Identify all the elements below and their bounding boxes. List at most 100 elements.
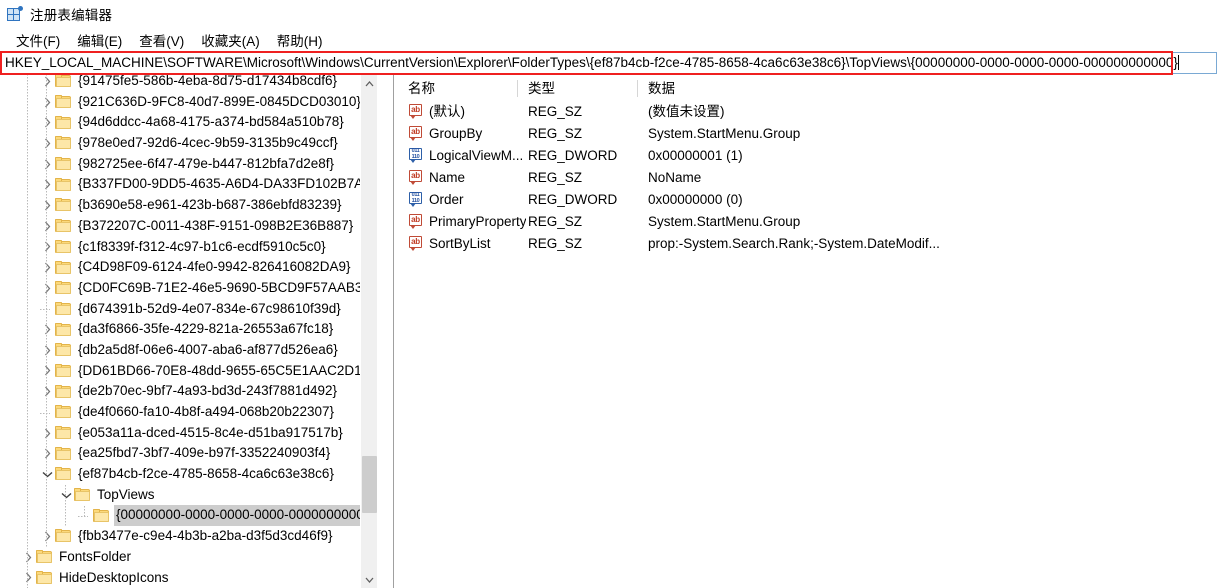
chevron-right-icon[interactable]	[39, 384, 55, 400]
value-row[interactable]: ab Name REG_SZ NoName	[398, 167, 1218, 189]
registry-key-tree[interactable]: {91475fe5-586b-4eba-8d75-d17434b8cdf6} {9…	[0, 75, 377, 588]
chevron-right-icon[interactable]	[39, 218, 55, 234]
column-name[interactable]: 名称	[398, 78, 518, 99]
tree-item[interactable]: {978e0ed7-92d6-4cec-9b59-3135b9c49ccf}	[0, 133, 377, 154]
tree-item[interactable]: {94d6ddcc-4a68-4175-a374-bd584a510b78}	[0, 112, 377, 133]
address-input[interactable]: HKEY_LOCAL_MACHINE\SOFTWARE\Microsoft\Wi…	[1, 52, 1217, 74]
chevron-right-icon[interactable]	[20, 549, 36, 565]
chevron-right-icon[interactable]	[39, 280, 55, 296]
address-path-text: HKEY_LOCAL_MACHINE\SOFTWARE\Microsoft\Wi…	[5, 55, 1178, 70]
menu-file[interactable]: 文件(F)	[8, 28, 69, 52]
chevron-right-icon[interactable]	[39, 260, 55, 276]
value-name-text: Name	[429, 170, 466, 185]
tree-item[interactable]: {de4f0660-fa10-4b8f-a494-068b20b22307}	[0, 402, 377, 423]
value-row[interactable]: ab SortByList REG_SZ prop:-System.Search.Ra…	[398, 233, 1218, 255]
tree-item[interactable]: {d674391b-52d9-4e07-834e-67c98610f39d}	[0, 299, 377, 320]
column-data[interactable]: 数据	[638, 78, 1198, 99]
value-row[interactable]: 011 110 LogicalViewM... REG_DWORD 0x00000001…	[398, 145, 1218, 167]
chevron-right-icon[interactable]	[39, 115, 55, 131]
tree-item-label: {921C636D-9FC8-40d7-899E-0845DCD03010}	[78, 93, 361, 109]
value-type-cell: REG_DWORD	[528, 148, 618, 163]
chevron-right-icon[interactable]	[39, 425, 55, 441]
value-row[interactable]: ab (默认) REG_SZ (数值未设置)	[398, 101, 1218, 123]
tree-item[interactable]: {da3f6866-35fe-4229-821a-26553a67fc18}	[0, 319, 377, 340]
chevron-placeholder	[77, 508, 93, 524]
tree-item-label: HideDesktopIcons	[59, 569, 169, 585]
chevron-right-icon[interactable]	[39, 94, 55, 110]
values-column-header: 名称 类型 数据	[398, 78, 1218, 99]
string-value-icon: ab	[408, 214, 424, 230]
folder-icon	[55, 446, 72, 461]
column-type[interactable]: 类型	[518, 78, 638, 99]
folder-icon	[36, 570, 53, 585]
tree-item[interactable]: {B337FD00-9DD5-4635-A6D4-DA33FD102B7A}	[0, 174, 377, 195]
folder-icon	[55, 405, 72, 419]
value-type-cell: REG_SZ	[528, 170, 583, 185]
tree-item-label: {94d6ddcc-4a68-4175-a374-bd584a510b78}	[78, 114, 344, 130]
registry-values-list[interactable]: 名称 类型 数据 ab (默认) REG_SZ (数值未设置) ab GroupBy REG…	[398, 75, 1218, 588]
tree-item-label: {CD0FC69B-71E2-46e5-9690-5BCD9F57AAB3}	[78, 279, 367, 295]
chevron-down-icon[interactable]	[39, 466, 55, 482]
tree-item[interactable]: {DD61BD66-70E8-48dd-9655-65C5E1AAC2D1}	[0, 361, 377, 382]
value-type-cell: REG_SZ	[528, 126, 583, 141]
value-data-cell: prop:-System.Search.Rank;-System.DateMod…	[648, 236, 940, 251]
chevron-right-icon[interactable]	[39, 197, 55, 213]
tree-item[interactable]: {fbb3477e-c9e4-4b3b-a2ba-d3f5d3cd46f9}	[0, 526, 377, 547]
tree-item[interactable]: {00000000-0000-0000-0000-000000000000}	[0, 505, 377, 527]
tree-item[interactable]: {ea25fbd7-3bf7-409e-b97f-3352240903f4}	[0, 443, 377, 464]
tree-item[interactable]: {de2b70ec-9bf7-4a93-bd3d-243f7881d492}	[0, 381, 377, 402]
title-bar: 注册表编辑器	[0, 0, 1218, 28]
value-name-cell: ab SortByList	[408, 233, 526, 255]
chevron-down-icon[interactable]	[58, 487, 74, 503]
chevron-right-icon[interactable]	[39, 156, 55, 172]
tree-scrollbar[interactable]	[360, 75, 377, 588]
chevron-placeholder	[39, 301, 55, 317]
value-row[interactable]: 011 110 Order REG_DWORD 0x00000000 (0)	[398, 189, 1218, 211]
chevron-right-icon[interactable]	[39, 239, 55, 255]
tree-item[interactable]: {b3690e58-e961-423b-b687-386ebfd83239}	[0, 195, 377, 216]
chevron-right-icon[interactable]	[39, 177, 55, 193]
tree-item[interactable]: TopViews	[0, 485, 377, 506]
tree-item-label: {db2a5d8f-06e6-4007-aba6-af877d526ea6}	[78, 341, 338, 357]
chevron-right-icon[interactable]	[20, 570, 36, 586]
tree-item-label: {DD61BD66-70E8-48dd-9655-65C5E1AAC2D1}	[78, 362, 367, 378]
tree-item[interactable]: {ef87b4cb-f2ce-4785-8658-4ca6c63e38c6}	[0, 464, 377, 485]
menu-view[interactable]: 查看(V)	[131, 28, 193, 52]
scroll-down-icon[interactable]	[361, 571, 377, 588]
menu-favorites[interactable]: 收藏夹(A)	[193, 28, 269, 52]
chevron-right-icon[interactable]	[39, 342, 55, 358]
chevron-right-icon[interactable]	[39, 446, 55, 462]
chevron-right-icon[interactable]	[39, 322, 55, 338]
tree-item[interactable]: {982725ee-6f47-479e-b447-812bfa7d2e8f}	[0, 154, 377, 175]
tree-item-label: {e053a11a-dced-4515-8c4e-d51ba917517b}	[78, 424, 343, 440]
tree-item[interactable]: HideDesktopIcons	[0, 568, 377, 588]
tree-item[interactable]: {C4D98F09-6124-4fe0-9942-826416082DA9}	[0, 257, 377, 278]
tree-scrollbar-thumb[interactable]	[362, 456, 377, 513]
tree-item[interactable]: {B372207C-0011-438F-9151-098B2E36B887}	[0, 216, 377, 237]
chevron-right-icon[interactable]	[39, 75, 55, 89]
value-data-cell: System.StartMenu.Group	[648, 214, 801, 229]
value-name-text: SortByList	[429, 236, 491, 251]
value-row[interactable]: ab PrimaryProperty REG_SZ System.StartMenu.…	[398, 211, 1218, 233]
string-value-icon: ab	[408, 236, 424, 252]
tree-item-label: {c1f8339f-f312-4c97-b1c6-ecdf5910c5c0}	[78, 238, 326, 254]
tree-item[interactable]: FontsFolder	[0, 547, 377, 568]
menu-edit[interactable]: 编辑(E)	[69, 28, 131, 52]
folder-icon	[55, 136, 72, 150]
tree-item[interactable]: {CD0FC69B-71E2-46e5-9690-5BCD9F57AAB3}	[0, 278, 377, 299]
value-type-cell: REG_SZ	[528, 214, 583, 229]
tree-item[interactable]: {91475fe5-586b-4eba-8d75-d17434b8cdf6}	[0, 75, 377, 92]
tree-item[interactable]: {921C636D-9FC8-40d7-899E-0845DCD03010}	[0, 92, 377, 113]
folder-icon	[55, 115, 72, 130]
chevron-right-icon[interactable]	[39, 528, 55, 544]
tree-item[interactable]: {db2a5d8f-06e6-4007-aba6-af877d526ea6}	[0, 340, 377, 361]
dword-value-icon: 011 110	[408, 192, 424, 208]
pane-splitter[interactable]	[377, 75, 398, 588]
chevron-right-icon[interactable]	[39, 363, 55, 379]
value-row[interactable]: ab GroupBy REG_SZ System.StartMenu.Group	[398, 123, 1218, 145]
scroll-up-icon[interactable]	[361, 75, 377, 92]
tree-item[interactable]: {e053a11a-dced-4515-8c4e-d51ba917517b}	[0, 423, 377, 444]
chevron-right-icon[interactable]	[39, 135, 55, 151]
menu-help[interactable]: 帮助(H)	[269, 28, 332, 52]
tree-item[interactable]: {c1f8339f-f312-4c97-b1c6-ecdf5910c5c0}	[0, 237, 377, 258]
